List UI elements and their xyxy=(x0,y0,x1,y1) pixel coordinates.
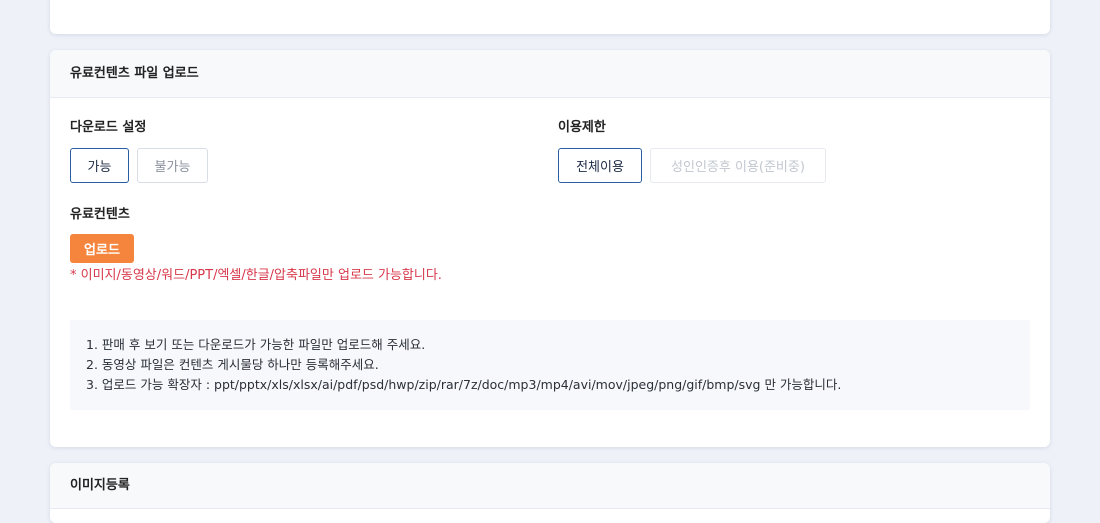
previous-section-card xyxy=(50,0,1050,34)
paid-content-section: 유료컨텐츠 xyxy=(70,206,130,224)
paid-content-label: 유료컨텐츠 xyxy=(70,207,130,222)
upload-button[interactable]: 업로드 xyxy=(70,234,134,263)
usage-limit-label: 이용제한 xyxy=(558,120,606,135)
guide-line-1: 1. 판매 후 보기 또는 다운로드가 가능한 파일만 업로드해 주세요. xyxy=(86,337,426,352)
image-register-card: 이미지등록 xyxy=(50,463,1050,523)
download-allowed-button[interactable]: 가능 xyxy=(70,148,129,183)
guide-line-2: 2. 동영상 파일은 컨텐츠 게시물당 하나만 등록해주세요. xyxy=(86,357,379,372)
usage-adult-verified-button: 성인인증후 이용(준비중) xyxy=(650,148,826,183)
paid-content-upload-card: 유료컨텐츠 파일 업로드 다운로드 설정 가능 불가능 이용제한 전체이용 성인… xyxy=(50,50,1050,447)
usage-limit-section: 이용제한 전체이용 성인인증후 이용(준비중) xyxy=(558,119,826,183)
download-setting-options: 가능 불가능 xyxy=(70,148,208,183)
download-disallowed-button[interactable]: 불가능 xyxy=(137,148,208,183)
upload-file-type-notice: * 이미지/동영상/워드/PPT/엑셀/한글/압축파일만 업로드 가능합니다. xyxy=(70,268,442,283)
usage-limit-options: 전체이용 성인인증후 이용(준비중) xyxy=(558,148,826,183)
usage-all-button[interactable]: 전체이용 xyxy=(558,148,642,183)
paid-content-upload-title: 유료컨텐츠 파일 업로드 xyxy=(50,50,1050,98)
image-register-title: 이미지등록 xyxy=(50,463,1050,509)
download-setting-section: 다운로드 설정 가능 불가능 xyxy=(70,119,208,183)
guide-line-3: 3. 업로드 가능 확장자 : ppt/pptx/xls/xlsx/ai/pdf… xyxy=(86,377,842,392)
download-setting-label: 다운로드 설정 xyxy=(70,120,147,135)
upload-guide-box: 1. 판매 후 보기 또는 다운로드가 가능한 파일만 업로드해 주세요. 2.… xyxy=(70,320,1030,410)
